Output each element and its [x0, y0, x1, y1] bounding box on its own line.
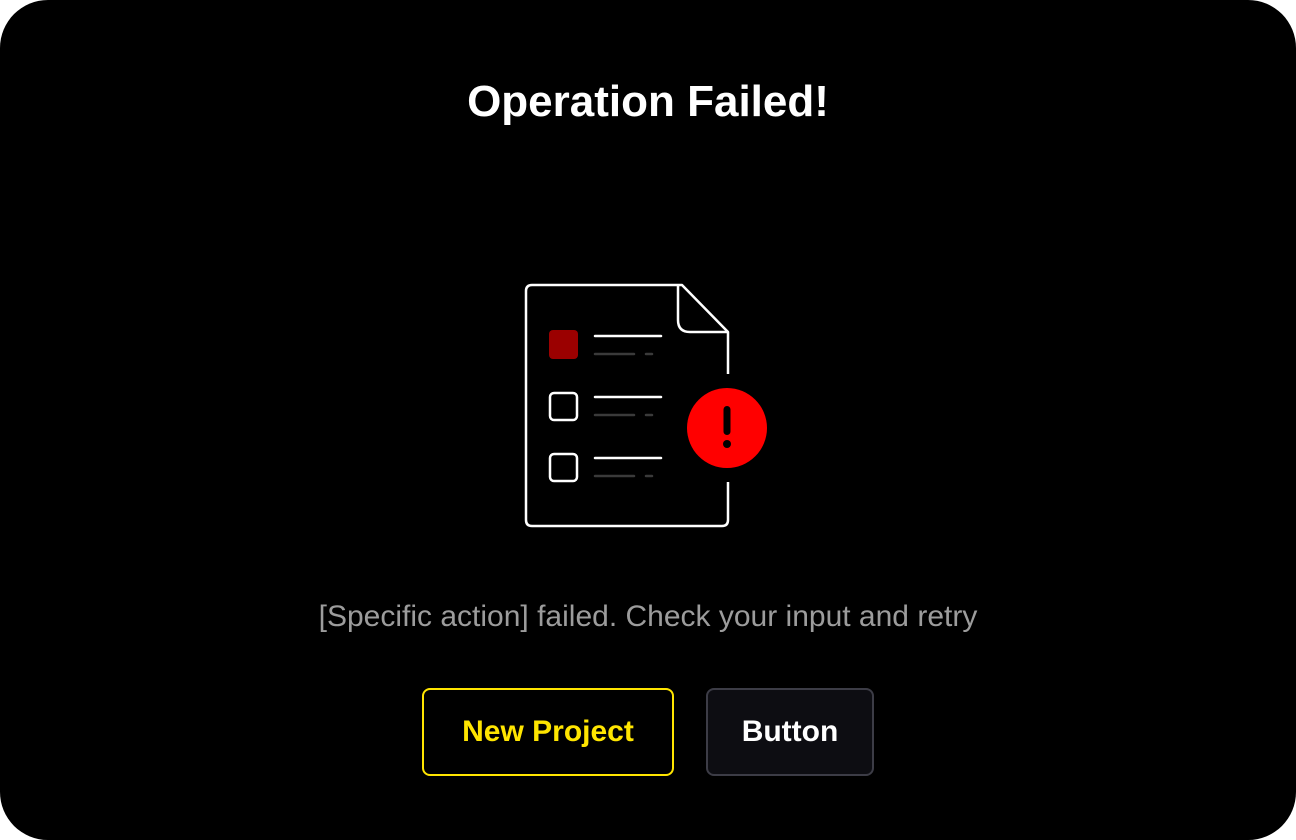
document-checklist-icon — [524, 283, 767, 528]
error-message: [Specific action] failed. Check your inp… — [318, 600, 978, 633]
illustration — [520, 280, 772, 532]
secondary-button[interactable]: Button — [706, 688, 874, 776]
checkbox-unchecked — [548, 452, 579, 483]
exclamation-circle-icon — [687, 388, 767, 468]
checkbox-checked — [549, 330, 578, 359]
checkbox-unchecked — [548, 391, 579, 422]
error-dialog: Operation Failed! [Specific action] fail… — [0, 0, 1296, 840]
dialog-title: Operation Failed! — [467, 77, 829, 126]
new-project-button[interactable]: New Project — [422, 688, 674, 776]
